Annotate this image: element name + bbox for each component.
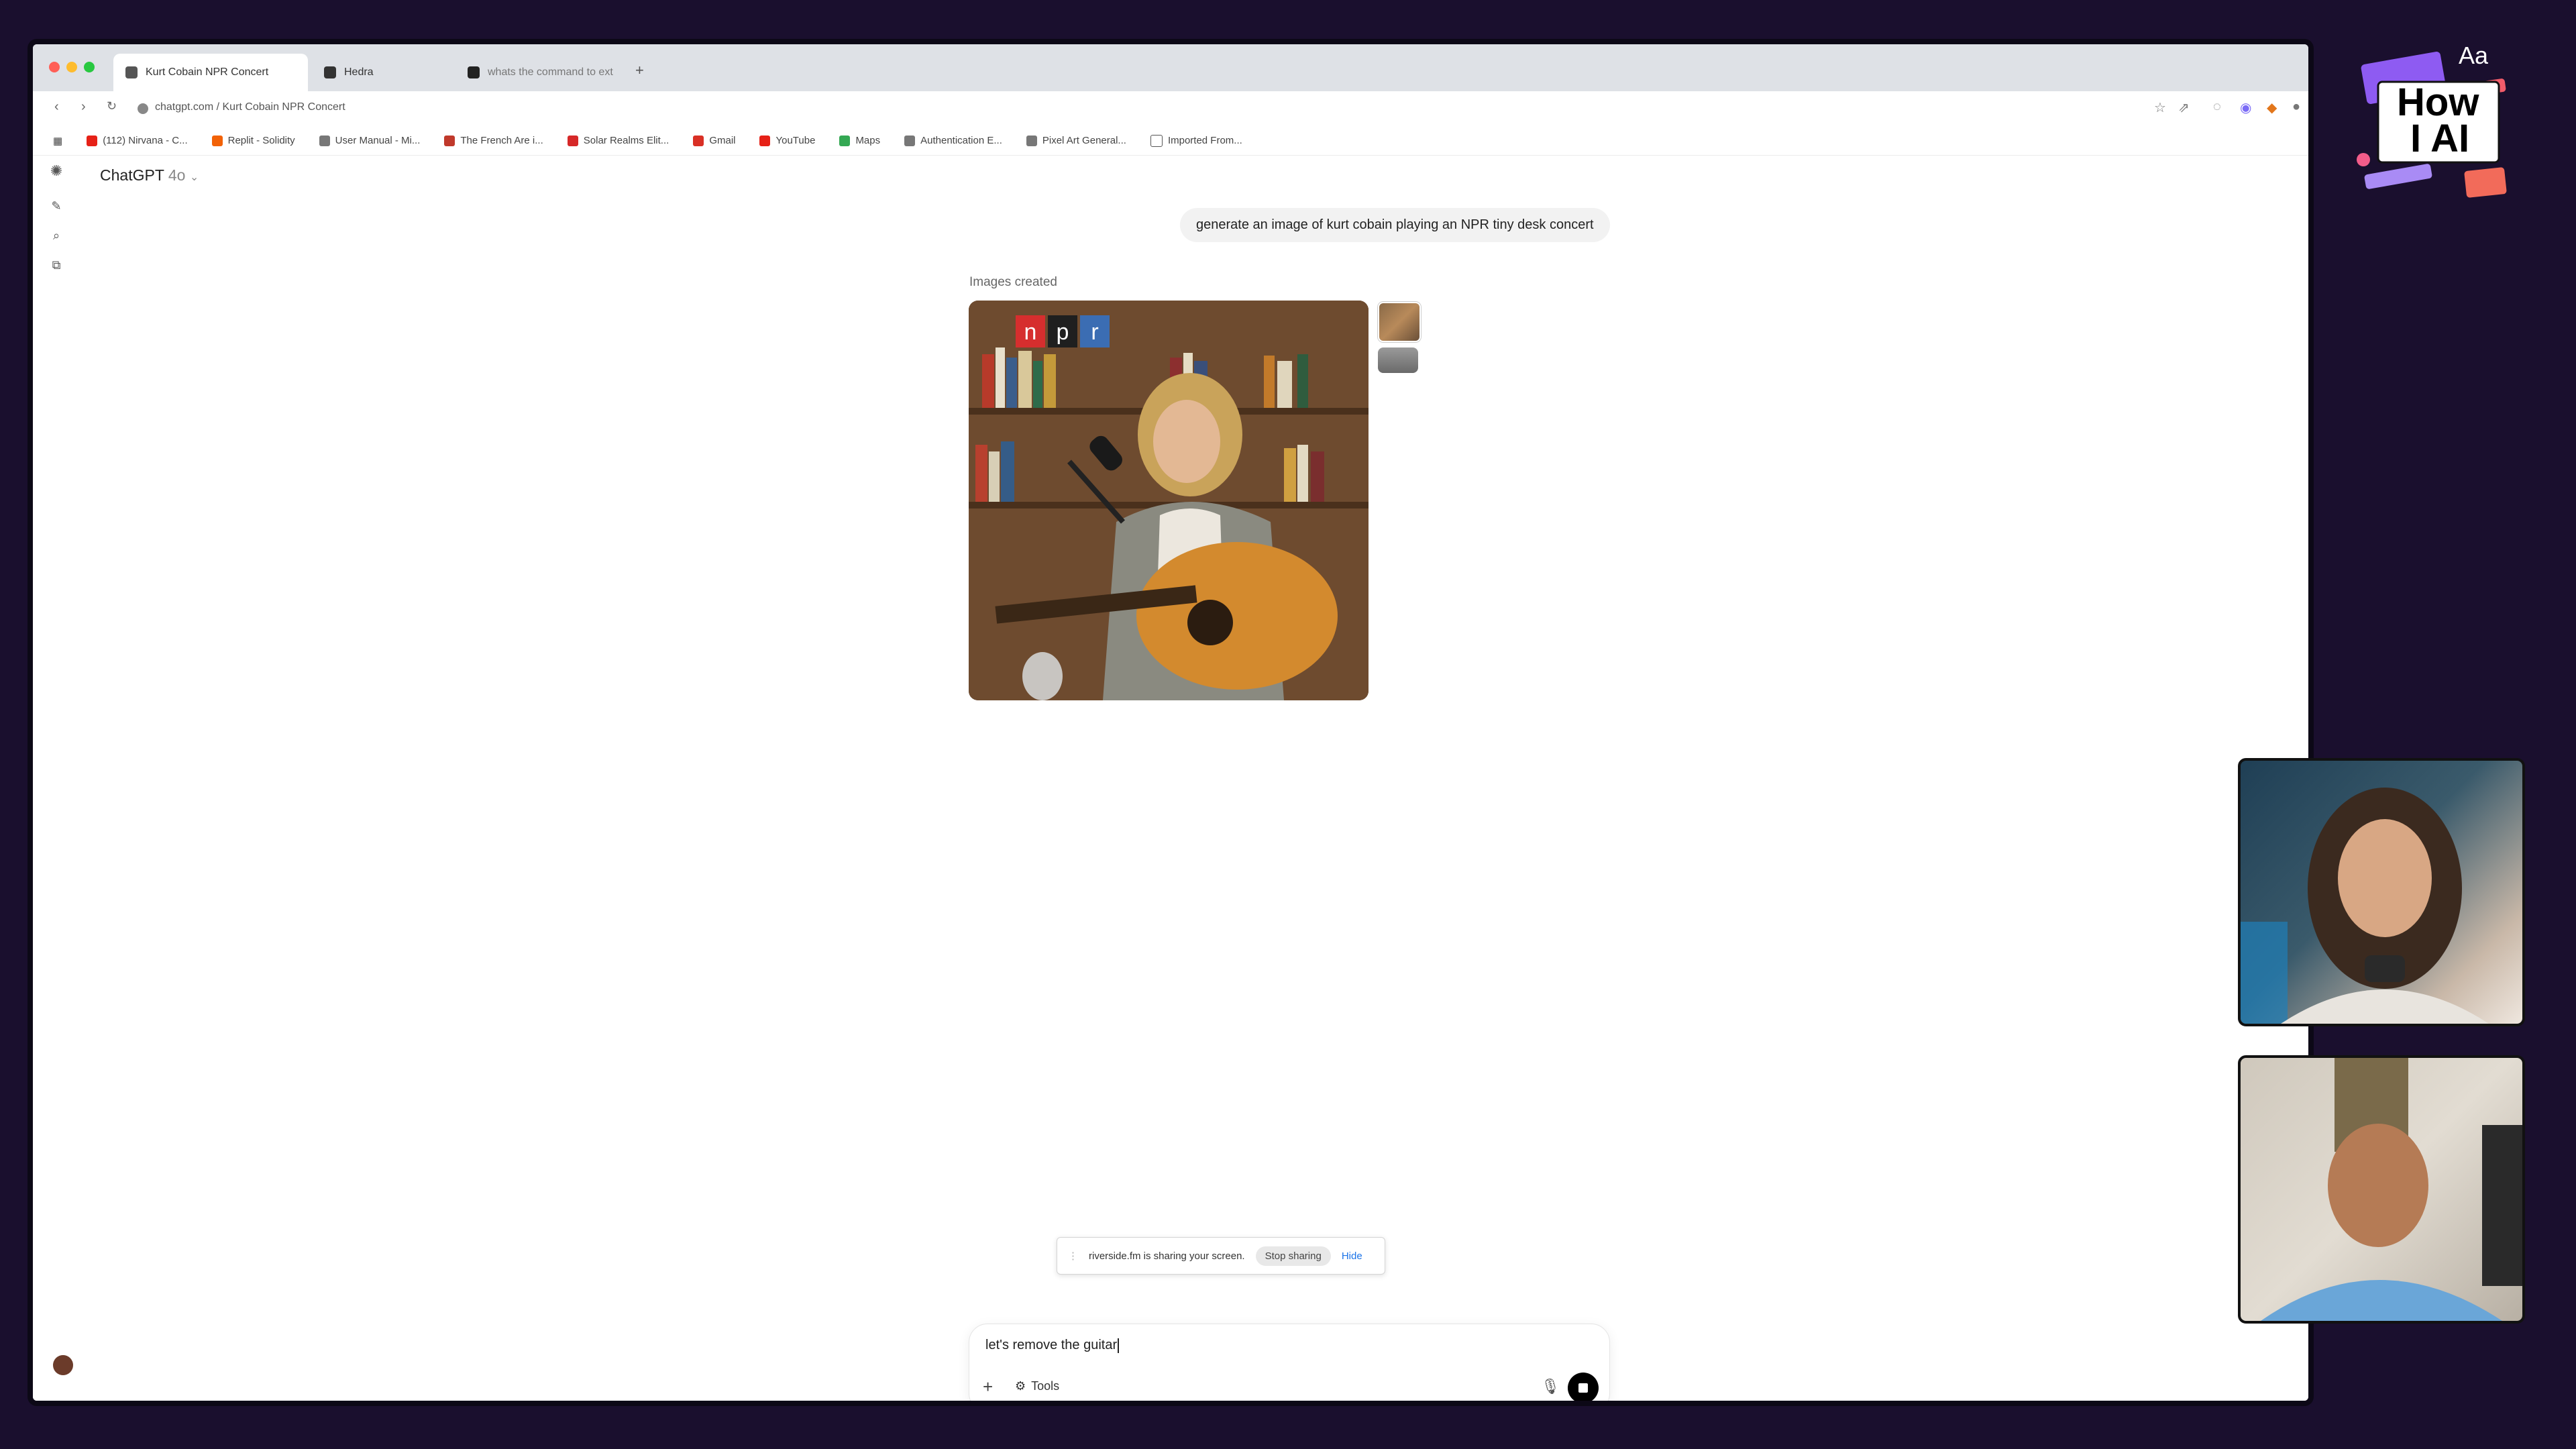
globe-icon <box>904 135 916 146</box>
text-caret <box>1118 1338 1120 1353</box>
logo-line2: I AI <box>2410 117 2470 160</box>
chatgpt-app: ✺ ✎ ⌕ ⧉ ChatGPT 4o ⌄ generate an image of… <box>33 156 2308 1401</box>
attach-plus-icon[interactable]: + <box>983 1377 993 1397</box>
composer-input[interactable]: let's remove the guitar <box>985 1338 1120 1353</box>
tab-label: Kurt Cobain NPR Concert <box>146 66 269 78</box>
globe-icon <box>1026 135 1037 146</box>
metamask-icon[interactable]: ◆ <box>2267 99 2277 116</box>
page-favicon-icon <box>468 66 480 78</box>
maximize-window-button[interactable] <box>84 62 95 72</box>
globe-icon <box>319 135 330 146</box>
youtube-icon <box>87 135 98 146</box>
svg-text:n: n <box>1024 319 1037 345</box>
stop-sharing-button[interactable]: Stop sharing <box>1255 1246 1331 1266</box>
browser-toolbar: ‹ › ↻ chatgpt.com / Kurt Cobain NPR Conc… <box>33 91 2308 127</box>
logo-aa-text: Aa <box>2459 42 2489 69</box>
site-info-icon[interactable] <box>138 103 148 114</box>
bookmark-item[interactable]: Replit - Solidity <box>211 135 295 146</box>
replit-icon <box>211 135 223 146</box>
address-bar[interactable]: chatgpt.com / Kurt Cobain NPR Concert <box>155 101 345 113</box>
stop-generating-button[interactable] <box>1568 1373 1599 1401</box>
stop-square-icon <box>1578 1383 1588 1393</box>
user-message: generate an image of kurt cobain playing… <box>1180 208 1610 242</box>
svg-text:p: p <box>1057 319 1069 345</box>
browser-window: Kurt Cobain NPR Concert Hedra whats the … <box>33 44 2308 1401</box>
share-icon[interactable]: ⇗ <box>2178 99 2190 116</box>
extension-icon[interactable]: ◌ <box>2213 99 2221 115</box>
logo-line1: How <box>2397 80 2479 124</box>
search-icon[interactable]: ⌕ <box>46 225 66 246</box>
bookmarks-bar: ▦ (112) Nirvana - C... Replit - Solidity… <box>33 126 2308 156</box>
video-participant-1 <box>2238 758 2525 1026</box>
drag-handle-icon[interactable]: ⋮ <box>1068 1250 1078 1262</box>
gmail-icon <box>693 135 704 146</box>
apps-grid-icon[interactable]: ▦ <box>53 135 62 147</box>
share-message: riverside.fm is sharing your screen. <box>1089 1250 1245 1262</box>
library-icon[interactable]: ⧉ <box>46 255 66 275</box>
maps-icon <box>839 135 851 146</box>
youtube-icon <box>759 135 771 146</box>
new-tab-button[interactable]: + <box>635 62 644 79</box>
bookmark-item[interactable]: User Manual - Mi... <box>319 135 420 146</box>
bookmark-item[interactable]: Imported From... <box>1150 134 1242 147</box>
forward-arrow-icon[interactable]: › <box>81 99 86 115</box>
how-i-ai-logo: How I AI Aa <box>2351 42 2526 203</box>
hedra-favicon-icon <box>324 66 336 78</box>
participant-illustration <box>2241 788 2489 1024</box>
bookmark-item[interactable]: YouTube <box>759 135 815 146</box>
tab-bar: Kurt Cobain NPR Concert Hedra whats the … <box>33 44 2308 91</box>
generated-image[interactable]: n p r <box>969 301 1368 700</box>
close-window-button[interactable] <box>49 62 60 72</box>
back-arrow-icon[interactable]: ‹ <box>54 99 59 115</box>
bookmark-item[interactable]: (112) Nirvana - C... <box>87 135 188 146</box>
reload-icon[interactable]: ↻ <box>107 99 117 113</box>
model-selector[interactable]: ChatGPT 4o ⌄ <box>100 166 199 184</box>
openai-logo-icon[interactable]: ✺ <box>46 161 66 181</box>
image-thumbnail[interactable] <box>1378 347 1418 373</box>
bookmark-item[interactable]: Pixel Art General... <box>1026 135 1126 146</box>
chevron-down-icon: ⌄ <box>189 172 199 183</box>
new-chat-icon[interactable]: ✎ <box>46 196 66 216</box>
image-thumbnail[interactable] <box>1378 302 1421 342</box>
bookmark-icon <box>444 135 455 146</box>
images-created-label: Images created <box>969 275 1057 289</box>
tab-kurt-cobain[interactable]: Kurt Cobain NPR Concert <box>113 54 308 91</box>
generated-image-illustration: n p r <box>969 301 1368 700</box>
chatgpt-favicon-icon <box>125 66 138 78</box>
star-icon <box>567 135 578 146</box>
bookmark-item[interactable]: The French Are i... <box>444 135 543 146</box>
tab-label: Hedra <box>344 66 374 78</box>
bookmark-item[interactable]: Authentication E... <box>904 135 1002 146</box>
tools-button[interactable]: ⚙ Tools <box>1015 1379 1059 1393</box>
bookmark-item[interactable]: Solar Realms Elit... <box>567 135 669 146</box>
svg-text:r: r <box>1091 319 1098 345</box>
message-composer[interactable]: let's remove the guitar + ⚙ Tools 🎙 <box>969 1324 1610 1401</box>
bookmark-star-icon[interactable]: ☆ <box>2154 99 2166 116</box>
extension-icon[interactable]: ◉ <box>2240 99 2251 116</box>
hide-button[interactable]: Hide <box>1342 1250 1362 1262</box>
tab-command[interactable]: whats the command to ext <box>455 54 630 91</box>
screen-share-bar: ⋮ riverside.fm is sharing your screen. S… <box>1057 1237 1385 1275</box>
microphone-icon[interactable]: 🎙 <box>1541 1378 1560 1395</box>
sidebar-rail: ✺ ✎ ⌕ ⧉ <box>33 156 81 1401</box>
video-participant-2 <box>2238 1055 2525 1324</box>
bookmark-item[interactable]: Gmail <box>693 135 735 146</box>
minimize-window-button[interactable] <box>66 62 77 72</box>
sliders-icon: ⚙ <box>1015 1379 1026 1393</box>
folder-icon <box>1150 134 1163 147</box>
tab-label: whats the command to ext <box>488 66 613 78</box>
participant-illustration <box>2261 1058 2522 1321</box>
user-avatar[interactable] <box>53 1355 73 1375</box>
profile-icon[interactable]: ● <box>2292 99 2300 115</box>
bookmark-item[interactable]: Maps <box>839 135 880 146</box>
